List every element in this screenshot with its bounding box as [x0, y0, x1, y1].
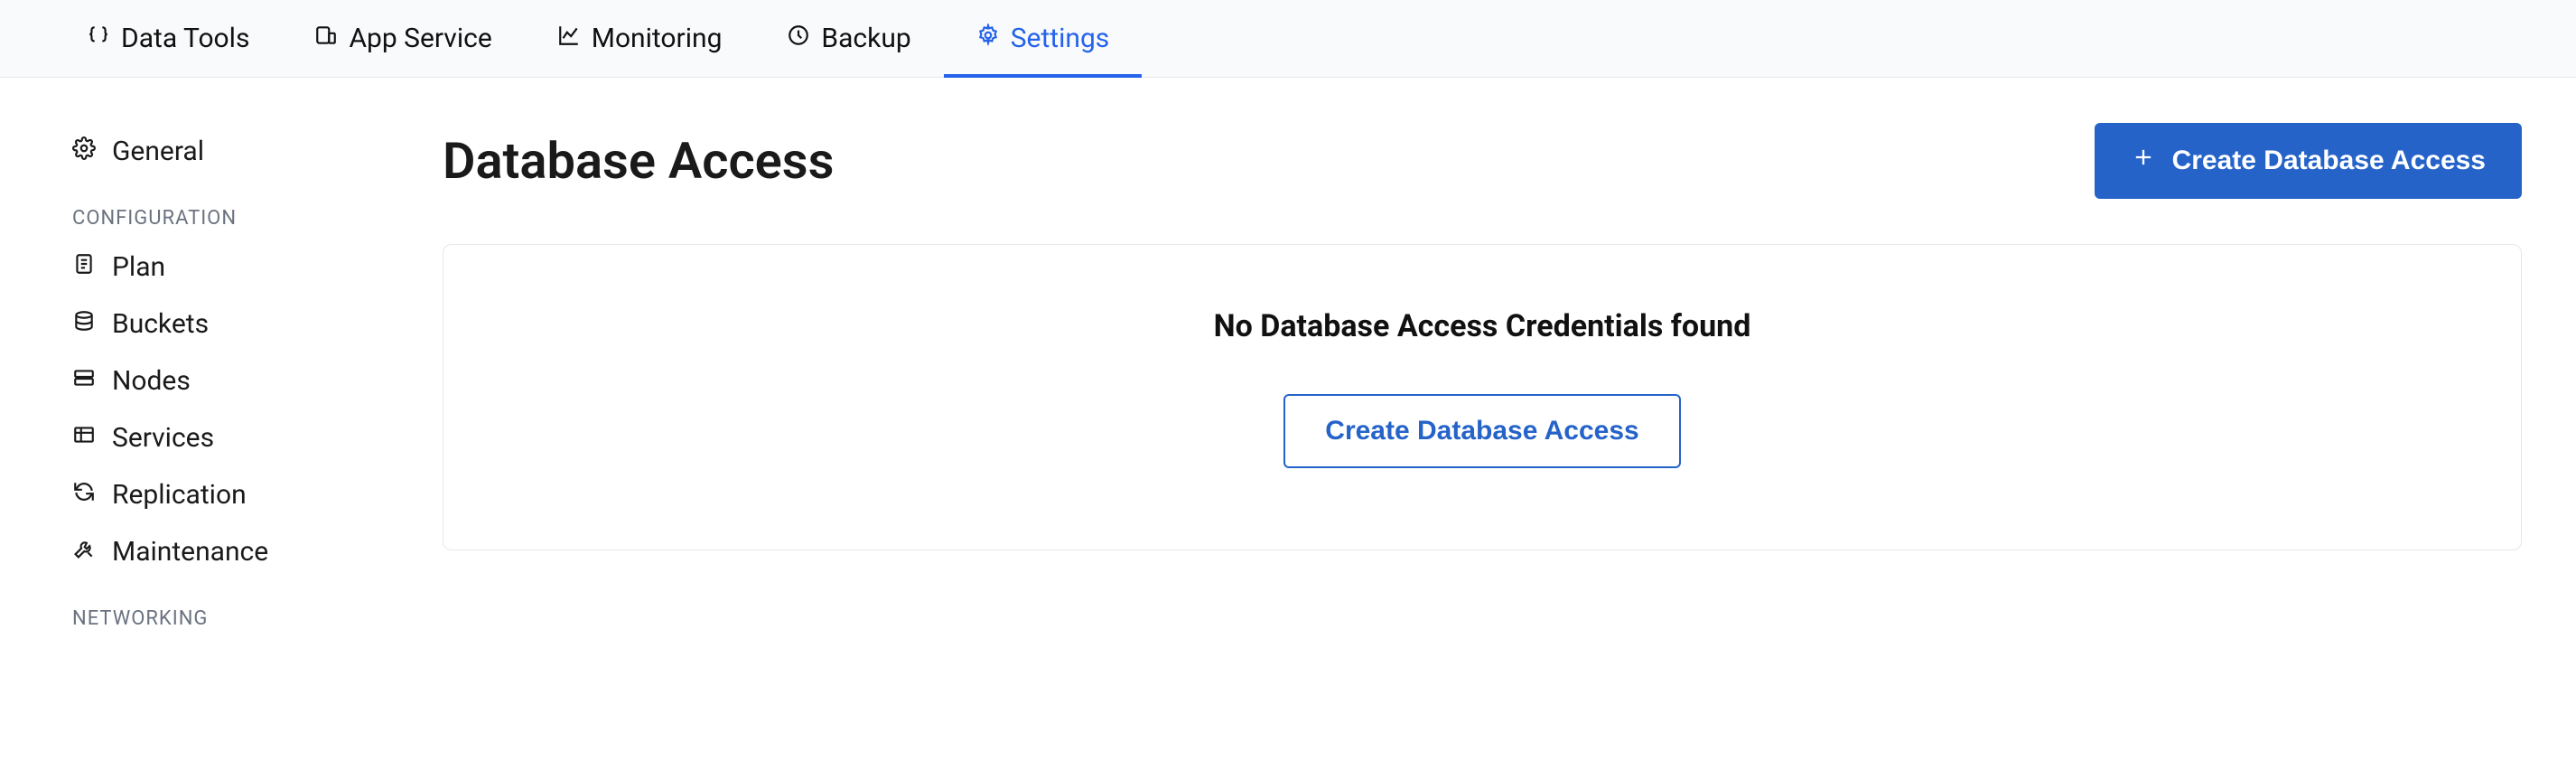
clipboard-icon [72, 251, 96, 283]
sidebar-item-label: Services [112, 422, 214, 454]
tab-monitoring[interactable]: Monitoring [525, 0, 755, 78]
sidebar-item-maintenance[interactable]: Maintenance [72, 523, 415, 580]
create-database-access-button[interactable]: Create Database Access [2095, 123, 2522, 199]
tab-label: Data Tools [121, 23, 249, 54]
page-title: Database Access [443, 131, 834, 191]
chart-line-icon [557, 23, 581, 54]
tab-settings[interactable]: Settings [944, 0, 1143, 78]
rows-icon [72, 365, 96, 397]
sidebar-item-plan[interactable]: Plan [72, 239, 415, 296]
sidebar-section-networking: NETWORKING [72, 580, 415, 639]
sidebar-item-label: Plan [112, 251, 165, 283]
plus-icon [2131, 145, 2156, 177]
tab-backup[interactable]: Backup [754, 0, 943, 78]
page-header: Database Access Create Database Access [443, 123, 2522, 199]
settings-sidebar: General CONFIGURATION Plan Buckets Nodes [0, 78, 415, 639]
empty-create-database-access-button[interactable]: Create Database Access [1283, 394, 1680, 468]
tools-icon [72, 536, 96, 568]
sidebar-item-label: Nodes [112, 365, 191, 397]
empty-state-card: No Database Access Credentials found Cre… [443, 244, 2522, 550]
tab-label: App Service [349, 23, 491, 54]
sidebar-item-replication[interactable]: Replication [72, 466, 415, 523]
button-label: Create Database Access [1325, 416, 1638, 446]
sidebar-item-general[interactable]: General [72, 123, 415, 180]
main-content: Database Access Create Database Access N… [415, 78, 2576, 639]
sidebar-item-label: Maintenance [112, 536, 268, 568]
sidebar-section-configuration: CONFIGURATION [72, 180, 415, 239]
tab-label: Settings [1011, 23, 1110, 54]
sidebar-item-label: General [112, 136, 204, 167]
sidebar-item-buckets[interactable]: Buckets [72, 296, 415, 352]
top-tab-nav: Data Tools App Service Monitoring Backup… [0, 0, 2576, 78]
tab-data-tools[interactable]: Data Tools [54, 0, 282, 78]
tab-app-service[interactable]: App Service [282, 0, 524, 78]
braces-icon [87, 23, 110, 54]
grid-icon [72, 422, 96, 454]
sidebar-item-nodes[interactable]: Nodes [72, 352, 415, 409]
sidebar-item-services[interactable]: Services [72, 409, 415, 466]
database-icon [72, 308, 96, 340]
device-icon [314, 23, 338, 54]
sidebar-item-label: Replication [112, 479, 247, 511]
gear-icon [72, 136, 96, 167]
button-label: Create Database Access [2172, 146, 2486, 176]
sidebar-item-label: Buckets [112, 308, 209, 340]
tab-label: Monitoring [592, 23, 723, 54]
clock-icon [787, 23, 810, 54]
gear-icon [976, 23, 1000, 54]
sync-icon [72, 479, 96, 511]
tab-label: Backup [821, 23, 910, 54]
empty-state-title: No Database Access Credentials found [480, 308, 2485, 344]
